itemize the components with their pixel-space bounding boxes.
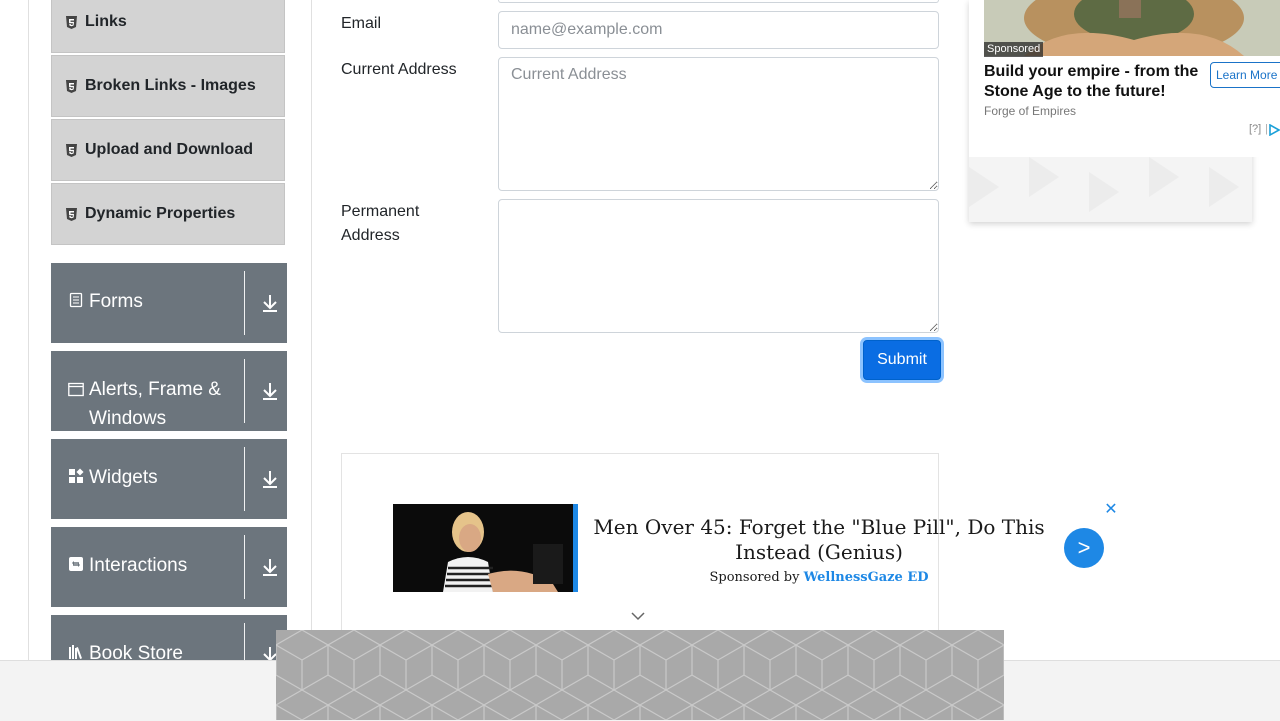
ad-accent-bar bbox=[573, 504, 578, 592]
group-label: Widgets bbox=[89, 467, 158, 488]
group-interactions[interactable]: Interactions bbox=[51, 527, 287, 607]
widgets-icon bbox=[69, 468, 84, 483]
side-ad-brand: Forge of Empires bbox=[984, 104, 1077, 118]
ad-photo bbox=[393, 504, 573, 592]
window-icon bbox=[68, 382, 84, 397]
permanent-address-field[interactable] bbox=[498, 199, 939, 333]
html5-icon bbox=[66, 16, 77, 29]
menu-item-label: Broken Links - Images bbox=[85, 77, 256, 94]
submit-button[interactable]: Submit bbox=[863, 340, 941, 380]
menu-item-label: Links bbox=[85, 13, 127, 30]
interactions-icon bbox=[69, 557, 83, 571]
sponsored-by-text: Sponsored by bbox=[709, 570, 800, 585]
group-alerts-frame-windows[interactable]: Alerts, Frame & Windows bbox=[51, 351, 287, 431]
previous-field-edge bbox=[498, 0, 939, 3]
ad-headline[interactable]: Men Over 45: Forget the "Blue Pill", Do … bbox=[590, 515, 1048, 565]
close-icon[interactable]: ✕ bbox=[1104, 502, 1118, 518]
ad-sponsor-line: Sponsored by WellnessGaze ED bbox=[590, 570, 1048, 585]
ad-background-pattern bbox=[969, 157, 1252, 222]
ad-help-link[interactable]: [?] bbox=[1249, 123, 1261, 135]
current-address-field[interactable] bbox=[498, 57, 939, 191]
divider bbox=[244, 447, 245, 511]
group-label: Interactions bbox=[89, 555, 188, 576]
group-label: Forms bbox=[89, 291, 143, 312]
html5-icon bbox=[66, 207, 77, 221]
download-arrow-icon bbox=[263, 383, 277, 400]
books-icon bbox=[69, 645, 82, 659]
group-label: Alerts, Frame & Windows bbox=[89, 379, 221, 429]
menu-item-dynamic-properties[interactable]: Dynamic Properties bbox=[51, 183, 285, 245]
menu-item-links[interactable]: Links bbox=[51, 0, 285, 53]
chevron-down-icon[interactable] bbox=[629, 610, 647, 622]
ad-go-button[interactable]: > bbox=[1064, 528, 1104, 568]
download-arrow-icon bbox=[263, 559, 277, 576]
ad-image[interactable] bbox=[393, 504, 573, 592]
side-ad-headline[interactable]: Build your empire - from the Stone Age t… bbox=[984, 62, 1204, 102]
menu-item-broken-links[interactable]: Broken Links - Images bbox=[51, 55, 285, 117]
menu-item-upload-download[interactable]: Upload and Download bbox=[51, 119, 285, 181]
download-arrow-icon bbox=[263, 295, 277, 312]
html5-icon bbox=[66, 79, 77, 93]
divider bbox=[244, 535, 245, 599]
sponsored-badge: Sponsored bbox=[984, 42, 1044, 57]
bottom-banner-ad[interactable] bbox=[276, 630, 1004, 720]
email-label: Email bbox=[341, 15, 382, 32]
divider bbox=[244, 271, 245, 335]
download-arrow-icon bbox=[263, 471, 277, 488]
email-field[interactable] bbox=[498, 11, 939, 49]
permanent-address-label: Permanent Address bbox=[341, 203, 420, 244]
divider bbox=[244, 359, 245, 423]
left-panel: Links Broken Links - Images Upload and D… bbox=[28, 0, 312, 695]
menu-item-label: Upload and Download bbox=[85, 141, 253, 158]
learn-more-button[interactable]: Learn More bbox=[1210, 62, 1280, 88]
adchoices-icon[interactable] bbox=[1268, 124, 1280, 136]
group-forms[interactable]: Forms bbox=[51, 263, 287, 343]
html5-icon bbox=[66, 143, 77, 157]
menu-item-label: Dynamic Properties bbox=[85, 205, 236, 222]
form-icon bbox=[69, 292, 83, 308]
current-address-label: Current Address bbox=[341, 61, 457, 78]
ad-brand-link[interactable]: WellnessGaze ED bbox=[804, 570, 929, 585]
group-widgets[interactable]: Widgets bbox=[51, 439, 287, 519]
